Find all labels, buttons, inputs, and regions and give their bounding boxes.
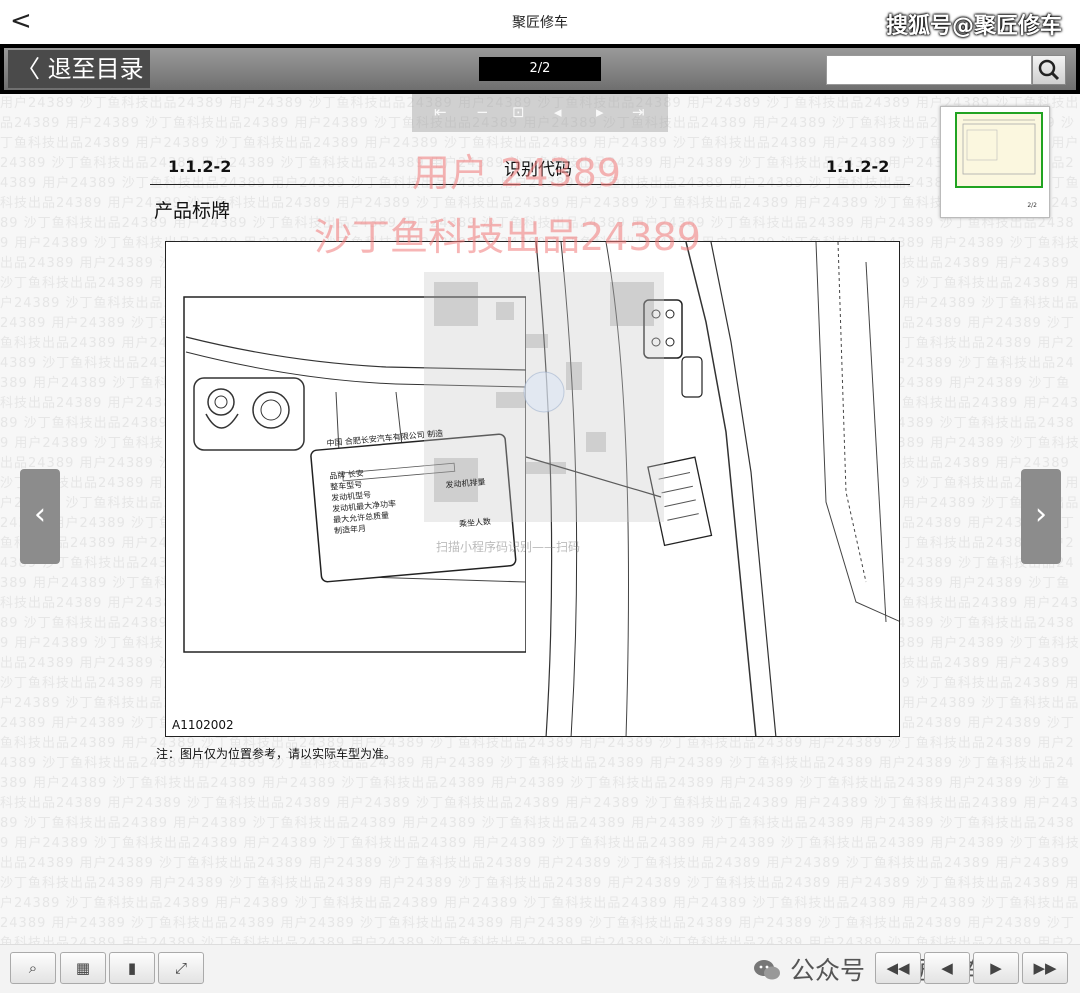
zoom-button[interactable]: ⌕ [10,952,56,984]
grid-view-button[interactable]: ▦ [60,952,106,984]
toolbar-inner: 〈 退至目录 2/2 [4,48,1076,90]
page-indicator[interactable]: 2/2 [479,57,601,81]
floating-page-nav: ⇤ − ⊡ ◂ ▸ ⇥ [412,94,668,132]
zoom-out-icon[interactable]: − [476,103,489,121]
document-page: 1.1.2-2 识别代码 1.1.2-2 产品标牌 中国 合肥长安汽车有限公司 … [150,140,910,770]
return-to-toc-button[interactable]: 〈 退至目录 [8,50,150,88]
prev-page-icon: ◀ [941,959,953,977]
search-input[interactable] [826,55,1032,85]
last-page-button[interactable]: ▶▶ [1022,952,1068,984]
title-bar: < 聚匠修车 搜狐号@聚匠修车 [0,0,1080,44]
grid-icon: ▦ [75,959,91,977]
next-page-button[interactable]: › [1021,469,1061,564]
bookmark-icon: ▮ [127,959,137,977]
bottom-toolbar: ⌕ ▦ ▮ ⤢ 公众号 · 聚匠修车 ◀◀ ◀ ▶ ▶▶ [0,944,1080,993]
product-plate-figure: 中国 合肥长安汽车有限公司 制造 品牌 长安 整车型号 发动机型号 发动机最大净功率最… [165,241,900,737]
section-code-left: 1.1.2-2 [168,157,232,176]
fullscreen-button[interactable]: ⤢ [158,952,204,984]
watermark-brand: 沙丁鱼科技出品24389 [314,215,701,259]
qr-caption: 扫描小程序码识别——扫码 [436,540,581,554]
first-page-icon[interactable]: ⇤ [434,103,447,121]
next-page-icon: ▶ [990,959,1002,977]
thumbnail-viewport [955,112,1043,188]
last-page-icon[interactable]: ⇥ [632,103,645,121]
next-page-bottom-button[interactable]: ▶ [973,952,1019,984]
watermark-text: 搜狐号@聚匠修车 [885,14,1062,39]
figure-note: 注：图片仅为位置参考，请以实际车型为准。 [156,747,397,761]
bookmark-button[interactable]: ▮ [109,952,155,984]
viewer-toolbar: 〈 退至目录 2/2 [0,44,1080,94]
next-page-icon[interactable]: ▸ [596,103,604,121]
figure-code: A1102002 [172,718,234,732]
first-page-button[interactable]: ◀◀ [875,952,921,984]
chevron-left-icon: ‹ [34,497,46,532]
page-thumbnail[interactable]: 2/2 [940,106,1050,218]
section-code-right: 1.1.2-2 [826,157,890,176]
plate-text: 中国 合肥长安汽车有限公司 制造 品牌 长安 整车型号 发动机型号 发动机最大净功率最… [326,422,514,536]
section-heading: 产品标牌 [154,200,231,222]
zoom-fit-icon[interactable]: ⊡ [512,103,525,121]
last-page-icon: ▶▶ [1033,959,1057,977]
prev-page-bottom-button[interactable]: ◀ [924,952,970,984]
watermark-user: 用户 24389 [412,151,621,195]
wechat-icon [754,960,780,980]
thumbnail-page-number: 2/2 [1027,202,1037,209]
prev-page-button[interactable]: ‹ [20,469,60,564]
fullscreen-icon: ⤢ [174,959,187,977]
app-window: 用户24389 沙丁鱼科技出品24389 用户24389 沙丁鱼科技出品2438… [0,0,1080,993]
figure-drawing [183,242,899,736]
chevron-right-icon: › [1035,497,1047,532]
zoom-icon: ⌕ [28,959,38,977]
first-page-icon: ◀◀ [886,959,910,977]
search-button[interactable] [1032,55,1066,85]
search-icon [1038,59,1060,81]
prev-page-icon[interactable]: ◂ [554,103,562,121]
